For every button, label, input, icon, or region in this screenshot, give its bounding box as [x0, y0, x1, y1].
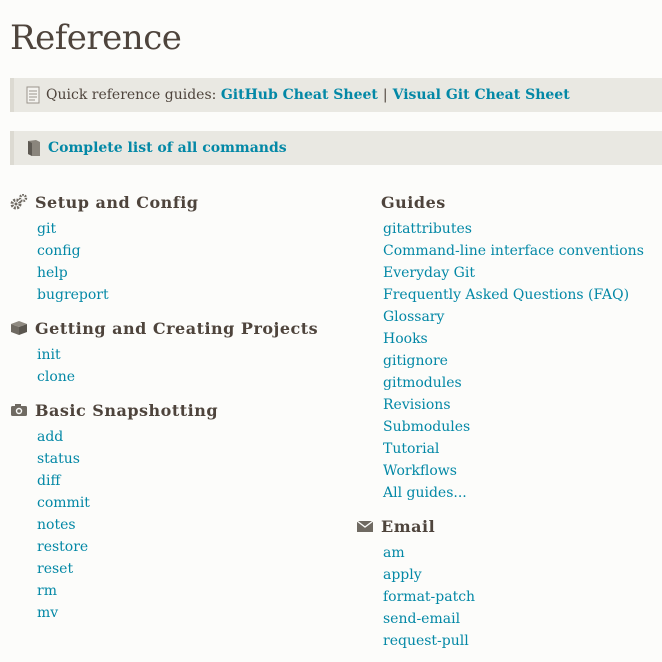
left-column: Setup and Config git config help bugrepo… [10, 190, 350, 634]
list-item: restore [37, 536, 350, 558]
command-link-status[interactable]: status [37, 451, 80, 467]
command-link-send-email[interactable]: send-email [383, 611, 460, 627]
complete-commands-callout: Complete list of all commands [10, 131, 662, 165]
section-setup-config: Setup and Config [10, 190, 350, 214]
command-link-help[interactable]: help [37, 265, 68, 281]
list-item: Command-line interface conventions [383, 240, 656, 262]
list-item: Workflows [383, 460, 656, 482]
guide-link-faq[interactable]: Frequently Asked Questions (FAQ) [383, 287, 629, 303]
command-link-config[interactable]: config [37, 243, 81, 259]
section-basic-snapshotting: Basic Snapshotting [10, 398, 350, 422]
command-link-bugreport[interactable]: bugreport [37, 287, 109, 303]
section-guides: Guides [356, 190, 656, 214]
list-item: am [383, 542, 656, 564]
list-item: gitattributes [383, 218, 656, 240]
list-item: request-pull [383, 630, 656, 652]
command-link-format-patch[interactable]: format-patch [383, 589, 475, 605]
envelope-icon [356, 519, 381, 533]
command-link-git[interactable]: git [37, 221, 56, 237]
projects-list: init clone [10, 344, 350, 388]
list-item: init [37, 344, 350, 366]
complete-list-link[interactable]: Complete list of all commands [48, 140, 287, 156]
command-link-request-pull[interactable]: request-pull [383, 633, 469, 649]
command-link-am[interactable]: am [383, 545, 405, 561]
command-link-reset[interactable]: reset [37, 561, 73, 577]
guide-link-tutorial[interactable]: Tutorial [383, 441, 439, 457]
list-item: mv [37, 602, 350, 624]
command-link-clone[interactable]: clone [37, 369, 75, 385]
list-item: All guides... [383, 482, 656, 504]
list-item: Everyday Git [383, 262, 656, 284]
list-item: Tutorial [383, 438, 656, 460]
page-title: Reference [10, 18, 182, 58]
command-link-restore[interactable]: restore [37, 539, 88, 555]
guide-link-cli-conventions[interactable]: Command-line interface conventions [383, 243, 644, 259]
list-item: gitignore [383, 350, 656, 372]
guide-link-everyday-git[interactable]: Everyday Git [383, 265, 475, 281]
list-item: reset [37, 558, 350, 580]
list-item: Frequently Asked Questions (FAQ) [383, 284, 656, 306]
command-link-commit[interactable]: commit [37, 495, 90, 511]
email-list: am apply format-patch send-email request… [356, 542, 656, 652]
list-item: bugreport [37, 284, 350, 306]
list-item: git [37, 218, 350, 240]
gears-icon [10, 194, 35, 210]
command-link-diff[interactable]: diff [37, 473, 60, 489]
section-title: Basic Snapshotting [35, 400, 219, 420]
quick-reference-callout: Quick reference guides: GitHub Cheat She… [10, 78, 662, 112]
book-icon [26, 139, 42, 157]
guide-link-workflows[interactable]: Workflows [383, 463, 457, 479]
list-item: notes [37, 514, 350, 536]
guide-link-revisions[interactable]: Revisions [383, 397, 451, 413]
guide-link-glossary[interactable]: Glossary [383, 309, 444, 325]
guide-link-hooks[interactable]: Hooks [383, 331, 428, 347]
list-item: add [37, 426, 350, 448]
camera-icon [10, 403, 35, 417]
snapshotting-list: add status diff commit notes restore res… [10, 426, 350, 624]
list-item: Hooks [383, 328, 656, 350]
command-link-init[interactable]: init [37, 347, 61, 363]
visual-git-cheat-sheet-link[interactable]: Visual Git Cheat Sheet [393, 87, 570, 103]
document-icon [26, 86, 40, 104]
guide-link-gitattributes[interactable]: gitattributes [383, 221, 472, 237]
guide-link-submodules[interactable]: Submodules [383, 419, 470, 435]
command-link-mv[interactable]: mv [37, 605, 58, 621]
list-item: gitmodules [383, 372, 656, 394]
command-link-notes[interactable]: notes [37, 517, 76, 533]
list-item: config [37, 240, 350, 262]
section-getting-creating-projects: Getting and Creating Projects [10, 316, 350, 340]
guides-list: gitattributes Command-line interface con… [356, 218, 656, 504]
github-cheat-sheet-link[interactable]: GitHub Cheat Sheet [221, 87, 378, 103]
right-column: Guides gitattributes Command-line interf… [356, 190, 656, 662]
command-link-add[interactable]: add [37, 429, 63, 445]
list-item: Submodules [383, 416, 656, 438]
list-item: apply [383, 564, 656, 586]
list-item: send-email [383, 608, 656, 630]
guide-link-all-guides[interactable]: All guides... [383, 485, 467, 501]
guide-link-gitmodules[interactable]: gitmodules [383, 375, 462, 391]
section-title: Getting and Creating Projects [35, 318, 319, 338]
section-title: Setup and Config [35, 192, 199, 212]
guide-link-gitignore[interactable]: gitignore [383, 353, 448, 369]
list-item: Glossary [383, 306, 656, 328]
list-item: format-patch [383, 586, 656, 608]
list-item: clone [37, 366, 350, 388]
list-item: commit [37, 492, 350, 514]
list-item: Revisions [383, 394, 656, 416]
list-item: diff [37, 470, 350, 492]
list-item: rm [37, 580, 350, 602]
command-link-rm[interactable]: rm [37, 583, 57, 599]
list-item: status [37, 448, 350, 470]
section-title: Email [381, 516, 436, 536]
link-separator: | [382, 87, 388, 103]
quick-reference-label: Quick reference guides: [46, 87, 217, 103]
box-icon [10, 320, 35, 336]
setup-config-list: git config help bugreport [10, 218, 350, 306]
command-link-apply[interactable]: apply [383, 567, 422, 583]
list-item: help [37, 262, 350, 284]
section-email: Email [356, 514, 656, 538]
section-title: Guides [381, 192, 446, 212]
